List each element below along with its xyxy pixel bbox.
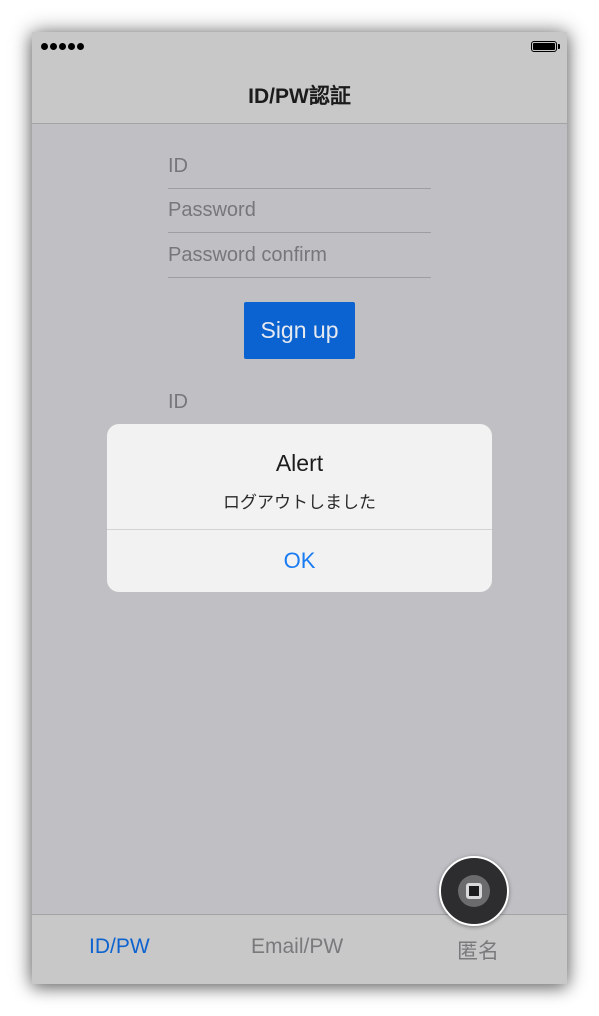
tab-id-pw[interactable]: ID/PW — [89, 935, 150, 959]
signup-button[interactable]: Sign up — [244, 302, 355, 359]
signup-id-field[interactable] — [168, 145, 431, 189]
phone-screen: ID/PW認証 Sign up Alert ログアウトしました OK ID/PW… — [32, 32, 567, 984]
tab-bar: ID/PW Email/PW 匿名 — [32, 914, 567, 984]
page-title: ID/PW認証 — [248, 85, 351, 108]
tab-email-pw[interactable]: Email/PW — [251, 935, 343, 959]
signup-password-confirm-input[interactable] — [168, 234, 431, 277]
alert-dialog: Alert ログアウトしました OK — [107, 424, 492, 592]
status-bar — [32, 32, 567, 62]
login-id-field[interactable] — [168, 380, 431, 424]
signup-id-input[interactable] — [168, 145, 431, 188]
signup-password-confirm-field[interactable] — [168, 234, 431, 278]
signal-dots-icon — [41, 43, 84, 50]
tab-anonymous[interactable]: 匿名 — [457, 935, 499, 965]
alert-ok-button[interactable]: OK — [107, 530, 492, 592]
assistive-touch-icon[interactable] — [439, 856, 509, 926]
login-id-input[interactable] — [168, 380, 431, 424]
alert-message: ログアウトしました — [223, 493, 376, 512]
signup-password-input[interactable] — [168, 189, 431, 232]
signup-password-field[interactable] — [168, 189, 431, 233]
battery-icon — [531, 41, 560, 52]
alert-title: Alert — [275, 450, 324, 476]
